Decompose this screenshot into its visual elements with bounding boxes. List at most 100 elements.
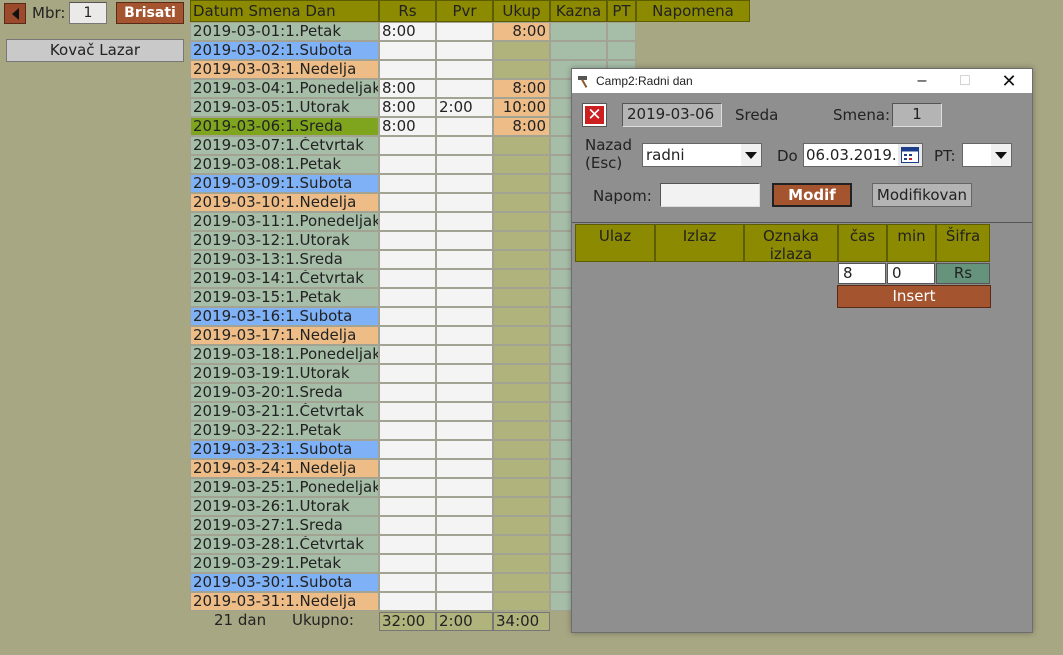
smena-field[interactable]: 1 (892, 103, 942, 127)
row-pvr-cell[interactable]: 2:00 (436, 98, 493, 117)
row-pvr-cell[interactable] (436, 250, 493, 269)
row-rs-cell[interactable] (379, 592, 436, 611)
row-date-label[interactable]: 2019-03-18:1.Ponedeljak (190, 345, 379, 364)
row-pvr-cell[interactable] (436, 554, 493, 573)
row-date-label[interactable]: 2019-03-31:1.Nedelja (190, 592, 379, 611)
row-date-label[interactable]: 2019-03-11:1.Ponedeljak (190, 212, 379, 231)
do-date-field[interactable]: 06.03.2019. (803, 143, 923, 167)
row-date-label[interactable]: 2019-03-17:1.Nedelja (190, 326, 379, 345)
row-date-label[interactable]: 2019-03-21:1.Četvrtak (190, 402, 379, 421)
row-date-label[interactable]: 2019-03-28:1.Četvrtak (190, 535, 379, 554)
row-pvr-cell[interactable] (436, 79, 493, 98)
row-rs-cell[interactable] (379, 554, 436, 573)
row-rs-cell[interactable] (379, 573, 436, 592)
row-date-label[interactable]: 2019-03-15:1.Petak (190, 288, 379, 307)
insert-button[interactable]: Insert (837, 285, 991, 308)
type-select[interactable]: radni (642, 143, 762, 167)
row-pvr-cell[interactable] (436, 193, 493, 212)
row-pvr-cell[interactable] (436, 345, 493, 364)
row-kazna-cell[interactable] (550, 22, 607, 41)
row-pvr-cell[interactable] (436, 516, 493, 535)
row-date-label[interactable]: 2019-03-13:1.Sreda (190, 250, 379, 269)
row-pt-cell[interactable] (607, 41, 636, 60)
row-pvr-cell[interactable] (436, 212, 493, 231)
row-date-label[interactable]: 2019-03-14:1.Četvrtak (190, 269, 379, 288)
row-pvr-cell[interactable] (436, 383, 493, 402)
min-input[interactable]: 0 (887, 263, 935, 284)
row-date-label[interactable]: 2019-03-02:1.Subota (190, 41, 379, 60)
back-button[interactable] (4, 3, 26, 24)
row-date-label[interactable]: 2019-03-20:1.Sreda (190, 383, 379, 402)
row-pvr-cell[interactable] (436, 269, 493, 288)
row-date-label[interactable]: 2019-03-30:1.Subota (190, 573, 379, 592)
row-rs-cell[interactable] (379, 136, 436, 155)
row-pvr-cell[interactable] (436, 440, 493, 459)
row-date-label[interactable]: 2019-03-29:1.Petak (190, 554, 379, 573)
row-rs-cell[interactable] (379, 535, 436, 554)
row-rs-cell[interactable] (379, 193, 436, 212)
row-date-label[interactable]: 2019-03-23:1.Subota (190, 440, 379, 459)
row-date-label[interactable]: 2019-03-07:1.Četvrtak (190, 136, 379, 155)
row-rs-cell[interactable] (379, 288, 436, 307)
row-rs-cell[interactable] (379, 212, 436, 231)
row-date-label[interactable]: 2019-03-03:1.Nedelja (190, 60, 379, 79)
row-rs-cell[interactable]: 8:00 (379, 22, 436, 41)
row-date-label[interactable]: 2019-03-24:1.Nedelja (190, 459, 379, 478)
minimize-button[interactable]: – (907, 71, 937, 91)
row-rs-cell[interactable]: 8:00 (379, 117, 436, 136)
row-rs-cell[interactable] (379, 155, 436, 174)
row-pvr-cell[interactable] (436, 22, 493, 41)
row-pvr-cell[interactable] (436, 459, 493, 478)
row-rs-cell[interactable] (379, 516, 436, 535)
row-rs-cell[interactable] (379, 421, 436, 440)
mbr-input[interactable]: 1 (69, 2, 107, 24)
chevron-down-icon[interactable] (991, 144, 1011, 166)
brisati-button[interactable]: Brisati (116, 2, 184, 24)
napom-input[interactable] (660, 183, 760, 207)
row-date-label[interactable]: 2019-03-25:1.Ponedeljak (190, 478, 379, 497)
row-rs-cell[interactable] (379, 383, 436, 402)
row-rs-cell[interactable] (379, 326, 436, 345)
row-pvr-cell[interactable] (436, 117, 493, 136)
row-rs-cell[interactable] (379, 345, 436, 364)
row-rs-cell[interactable] (379, 440, 436, 459)
row-pvr-cell[interactable] (436, 421, 493, 440)
row-pvr-cell[interactable] (436, 60, 493, 79)
row-pvr-cell[interactable] (436, 326, 493, 345)
row-date-label[interactable]: 2019-03-12:1.Utorak (190, 231, 379, 250)
date-field[interactable]: 2019-03-06 (622, 103, 722, 127)
row-rs-cell[interactable] (379, 269, 436, 288)
modif-button[interactable]: Modif (772, 183, 852, 207)
row-date-label[interactable]: 2019-03-10:1.Nedelja (190, 193, 379, 212)
calendar-icon[interactable] (898, 144, 922, 166)
delete-button[interactable]: ✕ (582, 103, 607, 127)
row-rs-cell[interactable] (379, 478, 436, 497)
chevron-down-icon[interactable] (741, 144, 761, 166)
window-close-button[interactable]: ✕ (994, 71, 1024, 91)
row-date-label[interactable]: 2019-03-05:1.Utorak (190, 98, 379, 117)
row-pvr-cell[interactable] (436, 174, 493, 193)
row-date-label[interactable]: 2019-03-09:1.Subota (190, 174, 379, 193)
pt-select[interactable] (962, 143, 1012, 167)
row-pvr-cell[interactable] (436, 573, 493, 592)
row-rs-cell[interactable] (379, 250, 436, 269)
row-rs-cell[interactable] (379, 459, 436, 478)
row-pt-cell[interactable] (607, 22, 636, 41)
row-date-label[interactable]: 2019-03-08:1.Petak (190, 155, 379, 174)
row-date-label[interactable]: 2019-03-06:1.Sreda (190, 117, 379, 136)
row-date-label[interactable]: 2019-03-01:1.Petak (190, 22, 379, 41)
row-rs-cell[interactable]: 8:00 (379, 79, 436, 98)
row-rs-cell[interactable] (379, 231, 436, 250)
row-date-label[interactable]: 2019-03-22:1.Petak (190, 421, 379, 440)
row-rs-cell[interactable] (379, 60, 436, 79)
row-rs-cell[interactable] (379, 41, 436, 60)
row-pvr-cell[interactable] (436, 497, 493, 516)
row-rs-cell[interactable] (379, 174, 436, 193)
sifra-cell[interactable]: Rs (936, 263, 990, 284)
row-date-label[interactable]: 2019-03-04:1.Ponedeljak (190, 79, 379, 98)
row-pvr-cell[interactable] (436, 136, 493, 155)
row-rs-cell[interactable] (379, 402, 436, 421)
row-kazna-cell[interactable] (550, 41, 607, 60)
row-date-label[interactable]: 2019-03-27:1.Sreda (190, 516, 379, 535)
cas-input[interactable]: 8 (838, 263, 886, 284)
